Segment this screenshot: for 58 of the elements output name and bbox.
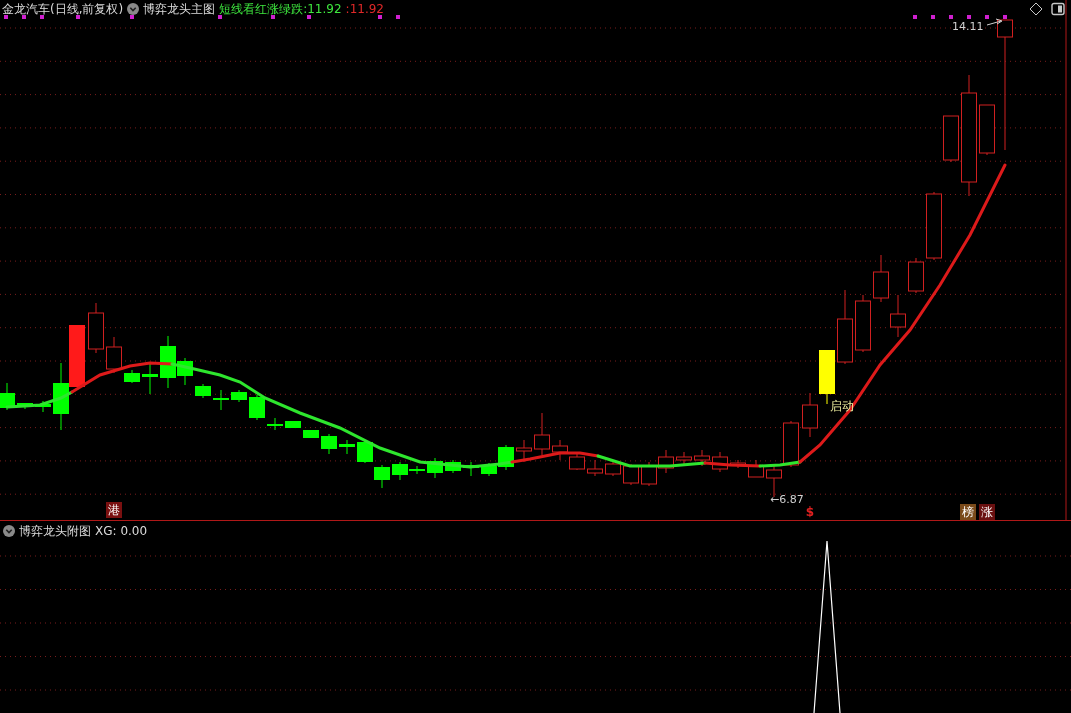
diamond-icon[interactable] xyxy=(1029,2,1043,16)
candlestick xyxy=(339,439,355,455)
candlestick xyxy=(730,459,746,469)
candlestick xyxy=(802,392,818,438)
candlestick xyxy=(17,402,33,410)
candlestick xyxy=(855,294,871,353)
price-label: 14.11 xyxy=(952,20,984,33)
candlestick xyxy=(890,294,906,338)
candlestick xyxy=(445,459,461,474)
candlestick xyxy=(106,336,122,374)
candlestick xyxy=(552,439,568,461)
indicator-title: 博弈龙头附图 xyxy=(19,522,91,540)
candlestick xyxy=(0,382,15,411)
security-title: 金龙汽车(日线,前复权) xyxy=(2,0,124,18)
signal-tag: 港 xyxy=(106,502,122,518)
dropdown-icon[interactable] xyxy=(3,525,15,537)
candlestick xyxy=(303,429,319,439)
candlestick xyxy=(623,463,639,486)
candlestick xyxy=(124,369,140,384)
candlestick xyxy=(658,449,674,474)
dropdown-icon[interactable] xyxy=(127,3,140,15)
candlestick xyxy=(88,302,104,354)
candlestick xyxy=(249,394,265,421)
candlestick xyxy=(694,449,710,467)
signal-tag: 涨 xyxy=(979,504,995,520)
candlestick xyxy=(195,383,211,399)
candlestick xyxy=(53,362,69,431)
candlestick xyxy=(534,412,550,456)
price-label: ←6.87 xyxy=(770,493,804,506)
panel-toggle-icon[interactable] xyxy=(1051,2,1065,16)
candlestick xyxy=(943,115,959,163)
candlestick xyxy=(926,191,942,261)
candlestick xyxy=(427,457,443,479)
candlestick xyxy=(712,451,728,473)
candlestick xyxy=(267,417,283,431)
signal-tag: 榜 xyxy=(960,504,976,520)
leader-line xyxy=(986,18,1003,26)
legend-value: 短线看红涨绿跌:11.92 xyxy=(219,0,342,18)
signal-label: 启动 xyxy=(830,399,854,413)
candlestick xyxy=(979,104,995,156)
candlestick xyxy=(285,420,301,429)
candlestick xyxy=(231,389,247,403)
indicator-readout: XG: 0.00 xyxy=(95,524,148,538)
candlestick xyxy=(357,439,373,464)
candlestick xyxy=(213,389,229,411)
candlestick xyxy=(748,459,764,478)
signal-symbol: $ xyxy=(805,505,815,519)
candlestick xyxy=(516,439,532,463)
candlestick xyxy=(374,464,390,489)
legend-value: :11.92 xyxy=(345,2,384,16)
candlestick xyxy=(587,459,603,477)
candlestick xyxy=(605,461,621,477)
candlestick xyxy=(69,324,85,388)
candlestick xyxy=(873,254,889,303)
candlestick xyxy=(908,257,924,294)
indicator-title: 博弈龙头主图 xyxy=(143,0,216,18)
candlestick xyxy=(783,420,799,468)
candlestick xyxy=(321,433,337,455)
